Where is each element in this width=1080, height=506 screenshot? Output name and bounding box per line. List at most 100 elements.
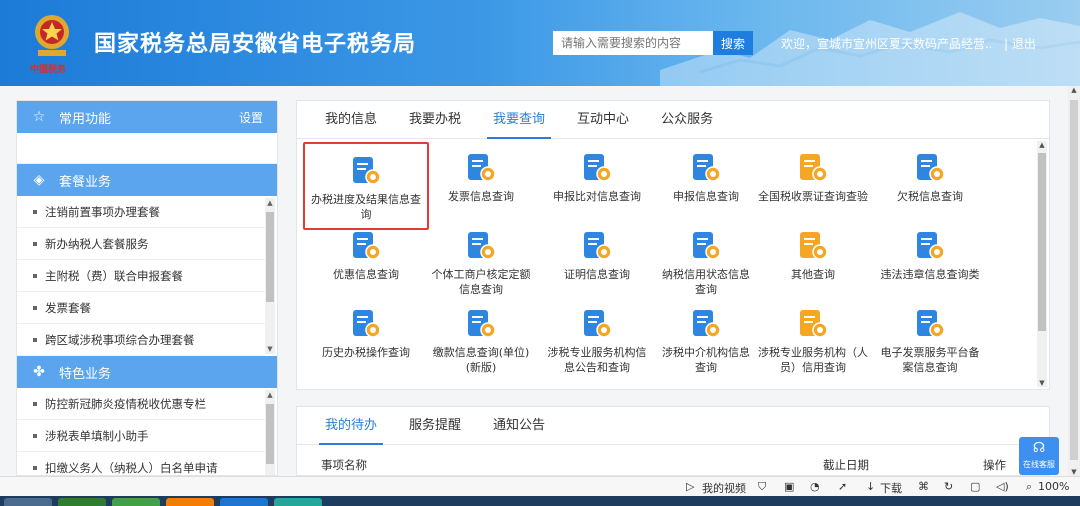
scroll-down-icon[interactable]: ▼	[1037, 379, 1047, 387]
query-item[interactable]: 发票信息查询	[426, 141, 536, 217]
query-item[interactable]: 违法违章信息查询类	[874, 219, 986, 295]
taskbar-item[interactable]	[4, 498, 52, 506]
download-link[interactable]: 下载	[880, 480, 902, 496]
shield-icon[interactable]: ⛉	[758, 480, 766, 494]
query-item[interactable]: 涉税中介机构信息查询	[659, 297, 753, 374]
query-item[interactable]: 其他查询	[756, 219, 870, 295]
browser-statusbar: ▷ 我的视频 ⛉ ▣ ◔ ➚ ↓ 下载 ⌘ ↻ ▢ ◁) ⌕ 100%	[0, 476, 1080, 496]
taskbar-item[interactable]	[58, 498, 106, 506]
clock-icon[interactable]: ◔	[810, 480, 820, 493]
window-icon[interactable]: ▢	[970, 480, 980, 493]
query-item-label: 违法违章信息查询类	[880, 268, 980, 281]
package-scrollbar[interactable]: ▲ ▼	[265, 198, 275, 354]
scroll-thumb[interactable]	[1038, 153, 1046, 331]
search-input[interactable]	[553, 31, 713, 55]
query-item-label: 涉税中介机构信息查询	[662, 346, 750, 374]
sidebar-item-label: 发票套餐	[45, 300, 91, 315]
sidebar-item[interactable]: 主附税（费）联合申报套餐	[17, 260, 265, 292]
zoom-level[interactable]: 100%	[1038, 480, 1069, 493]
tab-interaction[interactable]: 互动中心	[567, 101, 639, 138]
scroll-up-icon[interactable]: ▲	[265, 198, 275, 208]
settings-link[interactable]: 设置	[239, 109, 263, 126]
speaker-icon[interactable]: ◁)	[996, 480, 1009, 493]
sidebar-item[interactable]: 发票套餐	[17, 292, 265, 324]
query-scrollbar[interactable]: ▲ ▼	[1037, 141, 1047, 387]
query-item-label: 个体工商户核定定额信息查询	[431, 268, 531, 296]
query-item[interactable]: 涉税专业服务机构（人员）信用查询	[756, 297, 870, 374]
sidebar-item[interactable]: 新办纳税人套餐服务	[17, 228, 265, 260]
query-item[interactable]: 办税进度及结果信息查询	[303, 142, 429, 230]
zoom-icon[interactable]: ⌕	[1026, 480, 1032, 494]
page-scrollbar[interactable]: ▲ ▼	[1068, 86, 1080, 476]
sidebar-item[interactable]: 涉税表单填制小助手	[17, 420, 265, 452]
query-item[interactable]: 个体工商户核定定额信息查询	[426, 219, 536, 296]
query-item[interactable]: 纳税信用状态信息查询	[659, 219, 753, 296]
query-item[interactable]: 证明信息查询	[543, 219, 651, 295]
logo-caption: 中国税务	[30, 65, 67, 75]
video-icon[interactable]: ▷	[686, 480, 694, 493]
taskbar-item[interactable]	[220, 498, 268, 506]
compare-search-icon	[580, 151, 614, 185]
query-item[interactable]: 电子发票服务平台备案信息查询	[874, 297, 986, 374]
query-item[interactable]: 欠税信息查询	[874, 141, 986, 217]
sidebar-item[interactable]: 注销前置事项办理套餐	[17, 196, 265, 228]
taskbar-item[interactable]	[166, 498, 214, 506]
agency-notice-icon	[580, 307, 614, 341]
scroll-thumb[interactable]	[1070, 100, 1078, 460]
tab-notice[interactable]: 通知公告	[483, 407, 555, 444]
search-button[interactable]: 搜索	[713, 31, 753, 55]
online-service-button[interactable]: ☊ 在线客服	[1019, 437, 1059, 475]
taskbar-item[interactable]	[274, 498, 322, 506]
sidebar-item[interactable]: 跨区域涉税事项综合办理套餐	[17, 324, 265, 356]
query-item[interactable]: 优惠信息查询	[303, 219, 429, 295]
query-item[interactable]: 申报信息查询	[659, 141, 753, 217]
scroll-up-icon[interactable]: ▲	[1068, 86, 1080, 94]
my-video-link[interactable]: 我的视频	[702, 480, 746, 496]
scroll-thumb[interactable]	[266, 404, 274, 464]
agency-credit-icon	[796, 307, 830, 341]
tab-query[interactable]: 我要查询	[483, 101, 555, 139]
query-item[interactable]: 涉税专业服务机构信息公告和查询	[543, 297, 651, 374]
declare-search-icon	[689, 151, 723, 185]
package-business-bar[interactable]: ◈ 套餐业务	[17, 164, 277, 196]
tab-service-reminder[interactable]: 服务提醒	[399, 407, 471, 444]
scroll-thumb[interactable]	[266, 212, 274, 302]
feature-business-title: 特色业务	[59, 366, 112, 382]
query-item[interactable]: 历史办税操作查询	[303, 297, 429, 373]
warning-icon	[913, 229, 947, 263]
header: 中国税务 国家税务总局安徽省电子税务局 搜索 欢迎，宣城市宣州区夏天数码产品经营…	[0, 0, 1080, 86]
discount-search-icon	[349, 229, 383, 263]
feature-scrollbar[interactable]: ▲	[265, 390, 275, 475]
sidebar-item[interactable]: 扣缴义务人（纳税人）白名单申请	[17, 452, 265, 475]
logout-link[interactable]: | 退出	[1004, 35, 1036, 52]
feature-business-bar[interactable]: ✤ 特色业务	[17, 356, 277, 388]
tab-tax-handling[interactable]: 我要办税	[399, 101, 471, 138]
rocket-icon[interactable]: ➚	[838, 480, 847, 493]
invoice-search-icon	[464, 151, 498, 185]
scroll-up-icon[interactable]: ▲	[265, 390, 275, 400]
tab-my-todo[interactable]: 我的待办	[315, 407, 387, 445]
query-item[interactable]: 申报比对信息查询	[543, 141, 651, 217]
puzzle-icon[interactable]: ⌘	[918, 480, 929, 493]
todo-panel: 我的待办 服务提醒 通知公告 事项名称 截止日期 操作	[296, 406, 1050, 476]
sidebar-item-label: 扣缴义务人（纳税人）白名单申请	[45, 460, 218, 475]
common-functions-bar[interactable]: ☆ 常用功能 设置	[17, 101, 277, 133]
scroll-down-icon[interactable]: ▼	[1068, 468, 1080, 476]
query-item[interactable]: 全国税收票证查询查验	[756, 141, 870, 217]
bullet-icon	[33, 209, 37, 214]
ticket-icon	[796, 151, 830, 185]
image-icon[interactable]: ▣	[784, 480, 794, 493]
scroll-up-icon[interactable]: ▲	[1037, 141, 1047, 149]
sidebar-item[interactable]: 防控新冠肺炎疫情税收优惠专栏	[17, 388, 265, 420]
download-icon[interactable]: ↓	[866, 480, 875, 493]
taskbar-item[interactable]	[112, 498, 160, 506]
query-item[interactable]: 缴款信息查询(单位)(新版)	[426, 297, 536, 374]
sidebar: ☆ 常用功能 设置 ◈ 套餐业务 注销前置事项办理套餐 新办纳税人套餐服务 主附…	[16, 100, 278, 476]
refresh-icon[interactable]: ↻	[944, 480, 953, 493]
sidebar-item-label: 跨区域涉税事项综合办理套餐	[45, 332, 195, 347]
query-item-label: 历史办税操作查询	[322, 346, 410, 359]
scroll-down-icon[interactable]: ▼	[265, 344, 275, 354]
tab-public-service[interactable]: 公众服务	[651, 101, 723, 138]
tab-my-info[interactable]: 我的信息	[315, 101, 387, 138]
package-business-title: 套餐业务	[59, 174, 112, 190]
